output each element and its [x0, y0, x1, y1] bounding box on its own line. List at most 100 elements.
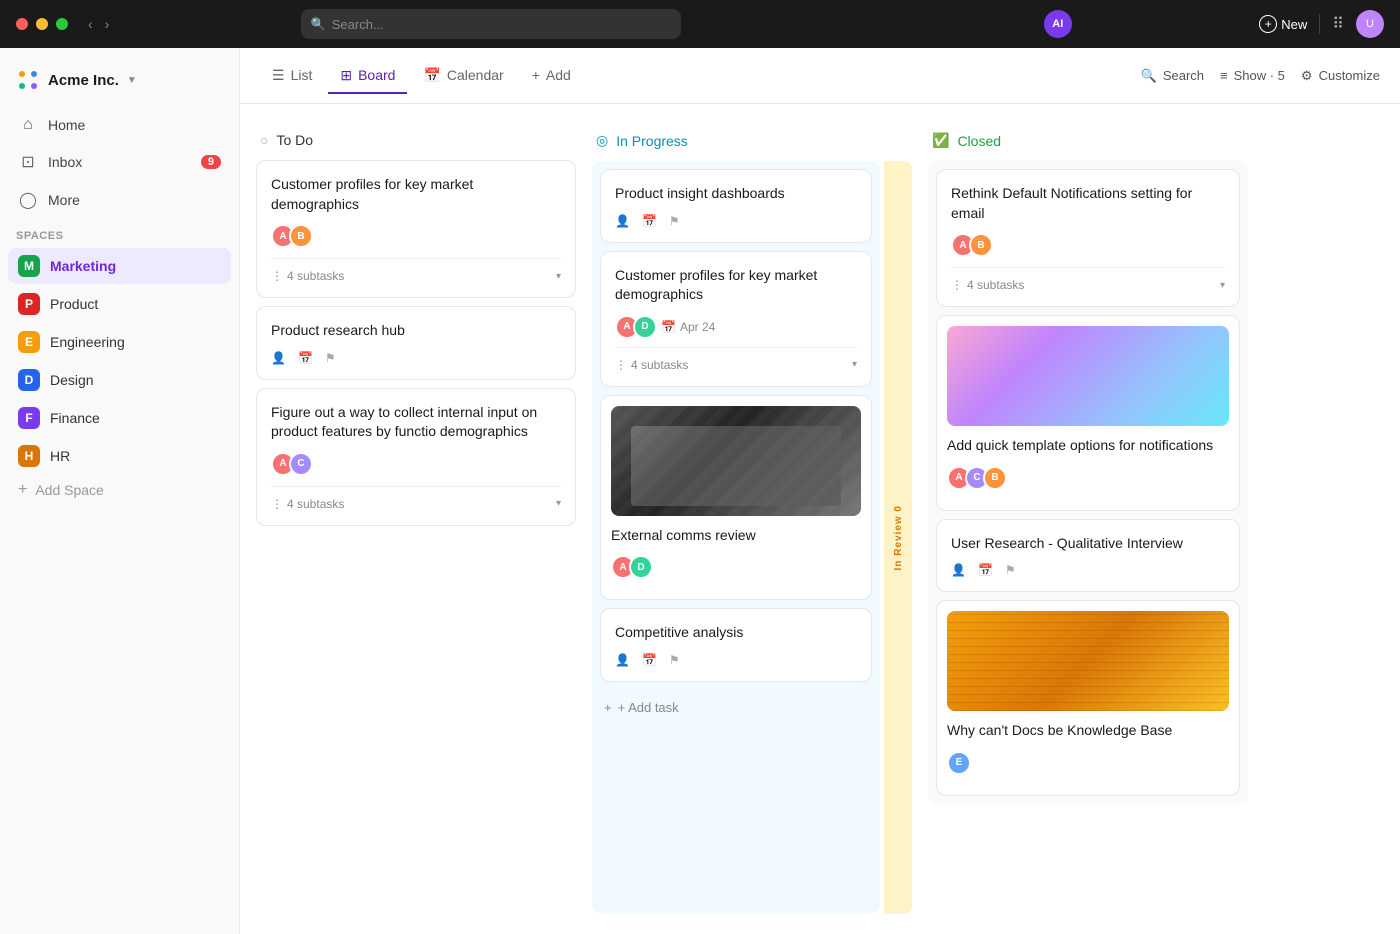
card-user-research[interactable]: User Research - Qualitative Interview 👤 …	[936, 519, 1240, 593]
sidebar-item-home[interactable]: ⌂ Home	[8, 108, 231, 142]
tab-calendar[interactable]: 📅 Calendar	[411, 59, 515, 94]
subtasks-row[interactable]: ⋮ 4 subtasks ▾	[615, 347, 857, 372]
workspace-logo[interactable]: Acme Inc. ▼	[0, 60, 239, 108]
sidebar-item-hr[interactable]: H HR	[8, 438, 231, 474]
home-icon: ⌂	[18, 116, 38, 134]
in-review-bar: In Review 0	[884, 161, 912, 914]
todo-column-header: ○ To Do	[256, 124, 576, 160]
card-meta: 👤 📅 ⚑	[951, 563, 1225, 577]
global-search-bar[interactable]: 🔍 Search...	[301, 9, 681, 39]
card-product-insight[interactable]: Product insight dashboards 👤 📅 ⚑	[600, 169, 872, 243]
subtasks-icon: ⋮	[271, 497, 283, 511]
closed-cards: Rethink Default Notifications setting fo…	[928, 161, 1248, 804]
date-meta: 📅	[978, 563, 993, 577]
search-icon: 🔍	[311, 17, 326, 31]
card-title: User Research - Qualitative Interview	[951, 534, 1225, 554]
calendar-tab-icon: 📅	[423, 67, 440, 84]
add-task-icon: +	[604, 700, 612, 715]
content-area: ☰ List ⊞ Board 📅 Calendar + Add 🔍 Search	[240, 48, 1400, 934]
card-title: Customer profiles for key market demogra…	[615, 266, 857, 305]
tab-board[interactable]: ⊞ Board	[328, 59, 407, 94]
card-avatars: A C B	[947, 466, 1229, 490]
tab-list[interactable]: ☰ List	[260, 59, 324, 94]
card-avatars: A D	[611, 555, 861, 579]
subtasks-count: 4 subtasks	[287, 497, 552, 511]
sidebar-nav: ⌂ Home ⊡ Inbox 9 ◯ More	[0, 108, 239, 218]
card-external-comms[interactable]: External comms review A D	[600, 395, 872, 601]
subtasks-row[interactable]: ⋮ 4 subtasks ▾	[271, 486, 561, 511]
card-title: Rethink Default Notifications setting fo…	[951, 184, 1225, 223]
card-quick-template[interactable]: Add quick template options for notificat…	[936, 315, 1240, 511]
header-show-label: Show · 5	[1234, 68, 1285, 83]
add-space-label: Add Space	[35, 482, 104, 498]
avatar: C	[289, 452, 313, 476]
nav-arrows: ‹ ›	[84, 14, 113, 34]
add-task-label: + Add task	[618, 700, 679, 715]
board-tab-label: Board	[358, 67, 395, 83]
subtasks-row[interactable]: ⋮ 4 subtasks ▾	[271, 258, 561, 283]
card-competitive-analysis[interactable]: Competitive analysis 👤 📅 ⚑	[600, 608, 872, 682]
new-button[interactable]: + New	[1259, 15, 1307, 33]
grid-icon[interactable]: ⠿	[1332, 14, 1344, 34]
card-meta-row: A D 📅 Apr 24	[615, 315, 857, 339]
forward-button[interactable]: ›	[101, 14, 114, 34]
logo-icon	[16, 68, 40, 92]
spaces-list: M Marketing P Product E Engineering D De…	[0, 248, 239, 474]
header-search-button[interactable]: 🔍 Search	[1141, 68, 1204, 84]
card-meta: 👤 📅 ⚑	[615, 214, 857, 228]
tab-add[interactable]: + Add	[520, 59, 583, 93]
card-title: Figure out a way to collect internal inp…	[271, 403, 561, 442]
add-task-button[interactable]: + + Add task	[600, 690, 872, 725]
subtasks-count: 4 subtasks	[967, 278, 1216, 292]
card-rethink-notifications[interactable]: Rethink Default Notifications setting fo…	[936, 169, 1240, 307]
sidebar-item-product[interactable]: P Product	[8, 286, 231, 322]
inbox-icon: ⊡	[18, 152, 38, 172]
card-avatars: A B	[271, 224, 561, 248]
workspace-name: Acme Inc.	[48, 72, 119, 89]
inprogress-content: Product insight dashboards 👤 📅 ⚑ Custome…	[592, 161, 912, 914]
list-tab-icon: ☰	[272, 67, 285, 84]
add-space-button[interactable]: + Add Space	[8, 474, 231, 506]
subtasks-chevron-icon: ▾	[556, 271, 561, 282]
avatar: B	[969, 233, 993, 257]
search-placeholder: Search...	[332, 17, 384, 32]
sidebar-item-engineering[interactable]: E Engineering	[8, 324, 231, 360]
card-avatars: A B	[951, 233, 1225, 257]
card-product-research-hub[interactable]: Product research hub 👤 📅 ⚑	[256, 306, 576, 380]
maximize-window-button[interactable]	[56, 18, 68, 30]
card-customer-profiles-todo[interactable]: Customer profiles for key market demogra…	[256, 160, 576, 298]
card-collect-input[interactable]: Figure out a way to collect internal inp…	[256, 388, 576, 526]
topbar-divider	[1319, 14, 1320, 34]
card-meta: 👤 📅 ⚑	[271, 351, 561, 365]
engineering-dot: E	[18, 331, 40, 353]
close-window-button[interactable]	[16, 18, 28, 30]
card-docs-knowledge-base[interactable]: Why can't Docs be Knowledge Base E	[936, 600, 1240, 796]
card-image-pinkblue	[947, 326, 1229, 426]
minimize-window-button[interactable]	[36, 18, 48, 30]
date-display: 📅 Apr 24	[661, 320, 715, 334]
card-customer-profiles-inprogress[interactable]: Customer profiles for key market demogra…	[600, 251, 872, 387]
sidebar-item-more[interactable]: ◯ More	[8, 182, 231, 218]
add-tab-label: Add	[546, 67, 571, 83]
card-meta: 👤 📅 ⚑	[615, 653, 857, 667]
back-button[interactable]: ‹	[84, 14, 97, 34]
topbar: ‹ › 🔍 Search... AI + New ⠿ U	[0, 0, 1400, 48]
subtasks-count: 4 subtasks	[287, 269, 552, 283]
header-customize-button[interactable]: ⚙ Customize	[1301, 68, 1380, 84]
sidebar-item-inbox[interactable]: ⊡ Inbox 9	[8, 144, 231, 180]
card-title: Product research hub	[271, 321, 561, 341]
header-show-button[interactable]: ≡ Show · 5	[1220, 68, 1285, 83]
ai-badge[interactable]: AI	[1044, 10, 1072, 38]
sidebar-item-finance[interactable]: F Finance	[8, 400, 231, 436]
date-meta: 📅	[642, 214, 657, 228]
user-avatar[interactable]: U	[1356, 10, 1384, 38]
spaces-header: Spaces	[0, 218, 239, 248]
closed-column-header: ✅ Closed	[928, 124, 1248, 161]
subtasks-row[interactable]: ⋮ 4 subtasks ▾	[951, 267, 1225, 292]
sidebar-item-design[interactable]: D Design	[8, 362, 231, 398]
new-plus-icon: +	[1259, 15, 1277, 33]
avatar: B	[289, 224, 313, 248]
window-controls	[16, 18, 68, 30]
header-customize-label: Customize	[1319, 68, 1380, 83]
sidebar-item-marketing[interactable]: M Marketing	[8, 248, 231, 284]
